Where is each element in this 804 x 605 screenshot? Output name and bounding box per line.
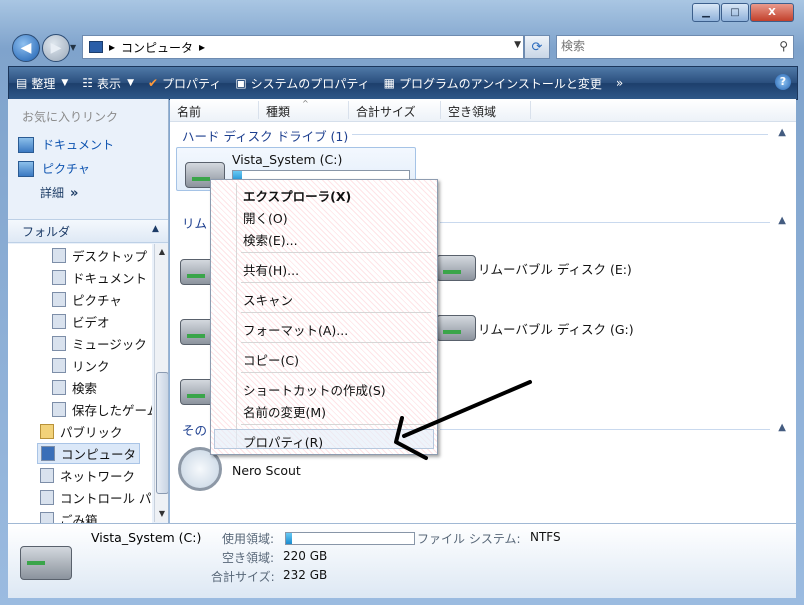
explorer-window: ▁ □ X ◀ ▶ ▼ ▸ コンピュータ ▸ ▼ ⟳ ⚲ ▤ 整理 ▼ ☷ 表示… — [0, 0, 804, 605]
details-free-label: 空き領域: — [222, 551, 275, 565]
details-pane: Vista_System (C:) 使用領域: ファイル システム: NTFS … — [8, 523, 796, 598]
arrow-head — [394, 416, 428, 460]
details-used-label: 使用領域: — [222, 532, 275, 546]
details-fs-value: NTFS — [530, 530, 561, 544]
details-total-label: 合計サイズ: — [211, 570, 275, 584]
arrow-shaft — [402, 380, 532, 438]
details-fs-label: ファイル システム: — [417, 532, 521, 546]
details-usage-bar — [285, 532, 415, 545]
details-drive-name: Vista_System (C:) — [91, 530, 202, 545]
hard-drive-icon — [20, 546, 72, 580]
annotation-arrow — [394, 380, 532, 460]
details-usage-fill — [286, 533, 293, 544]
details-total-value: 232 GB — [283, 568, 328, 582]
details-free-value: 220 GB — [283, 549, 328, 563]
